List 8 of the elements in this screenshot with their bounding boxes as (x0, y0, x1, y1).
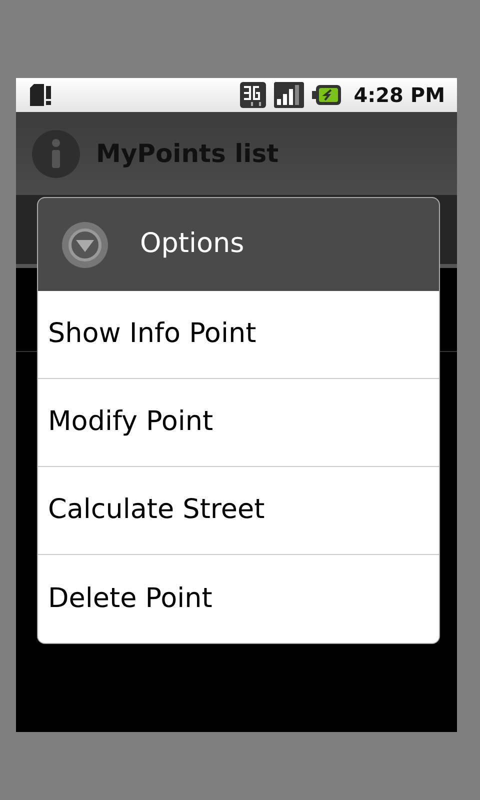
status-time: 4:28 PM (354, 82, 445, 109)
sd-card-icon (28, 84, 52, 106)
network-3g-icon (240, 82, 266, 108)
battery-charging-icon (312, 84, 342, 106)
signal-icon (274, 82, 304, 108)
dialog-title: Options (140, 227, 244, 262)
info-icon (32, 130, 80, 178)
dropdown-circle-icon (62, 222, 108, 268)
